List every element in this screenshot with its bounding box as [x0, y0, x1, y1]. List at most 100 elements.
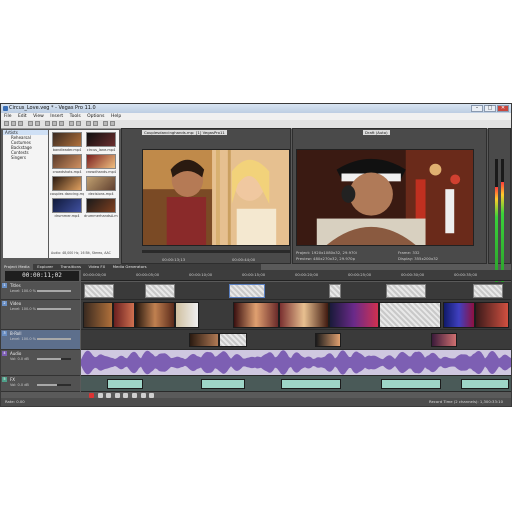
broll-clip[interactable] [431, 333, 457, 347]
video-clip[interactable] [329, 302, 379, 328]
broll-clip[interactable] [315, 333, 341, 347]
track-header-fx[interactable]: 5 FX Vol: 0.0 dB [1, 376, 80, 392]
video-clip[interactable] [175, 302, 199, 328]
menu-options[interactable]: Options [87, 114, 104, 119]
title-clip[interactable] [145, 284, 175, 298]
audio-clip[interactable] [201, 379, 245, 389]
title-clip[interactable] [229, 284, 265, 298]
media-thumb[interactable] [52, 154, 82, 169]
new-icon[interactable] [4, 121, 9, 126]
trimmer-clip[interactable]: [1] VegasPro11 [194, 130, 227, 135]
tree-item-singers[interactable]: Singers [3, 155, 48, 160]
transition-clip[interactable] [219, 333, 247, 347]
vegas-window: Circus_Love.veg * - Vegas Pro 11.0 – □ ✕… [0, 103, 512, 407]
broll-clip[interactable] [189, 333, 219, 347]
video-clip[interactable] [233, 302, 279, 328]
tab-explorer[interactable]: Explorer [34, 264, 56, 270]
audio-clip[interactable] [281, 379, 341, 389]
track-header-broll[interactable]: 3 B-Roll Level: 100.0 % [1, 330, 80, 350]
menu-help[interactable]: Help [111, 114, 121, 119]
video-clip[interactable] [475, 302, 509, 328]
track-volume-slider[interactable] [37, 384, 71, 386]
tab-project-media[interactable]: Project Media [1, 264, 33, 270]
menu-file[interactable]: File [4, 114, 12, 119]
media-label: couples dancing.mp4 [50, 192, 84, 196]
track-level-label: Vol: 0.0 dB [10, 357, 29, 361]
window-title: Circus_Love.veg * - Vegas Pro 11.0 [9, 105, 96, 111]
track-header-video[interactable]: 2 Video Level: 100.0 % [1, 300, 80, 330]
video-lane[interactable] [81, 300, 511, 330]
media-thumb[interactable] [86, 154, 116, 169]
track-header-titles[interactable]: 1 Titles Level: 100.0 % [1, 282, 80, 300]
track-header-audio[interactable]: 4 Audio Vol: 0.0 dB [1, 350, 80, 376]
envelope-tool-icon[interactable] [110, 121, 115, 126]
render-icon[interactable] [35, 121, 40, 126]
track-level-slider[interactable] [37, 308, 71, 310]
undo-icon[interactable] [69, 121, 74, 126]
video-clip[interactable] [135, 302, 175, 328]
media-label: decisions.mp4 [88, 192, 114, 196]
menu-view[interactable]: View [33, 114, 44, 119]
track-level-label: Level: 100.0 % [10, 337, 36, 341]
title-clip[interactable] [473, 284, 503, 298]
audio-clip[interactable] [107, 379, 143, 389]
video-clip[interactable] [279, 302, 329, 328]
snap-icon[interactable] [86, 121, 91, 126]
video-clip[interactable] [83, 302, 113, 328]
maximize-button[interactable]: □ [484, 105, 496, 112]
close-button[interactable]: ✕ [497, 105, 509, 112]
properties-icon[interactable] [28, 121, 33, 126]
title-clip[interactable] [84, 284, 114, 298]
media-info: Audio: 48,000 Hz, 16 Bit, Stereo, AAC [51, 251, 111, 255]
menu-tools[interactable]: Tools [70, 114, 81, 119]
track-name[interactable]: FX [10, 377, 15, 382]
track-number: 1 [2, 283, 7, 288]
ruler-label: 00:00:25;00 [348, 272, 372, 277]
track-name[interactable]: Titles [10, 283, 21, 288]
title-clip[interactable] [329, 284, 341, 298]
preview-quality-select[interactable]: Draft (Auto) [363, 130, 390, 135]
track-name[interactable]: Video [10, 301, 21, 306]
media-thumb[interactable] [52, 132, 82, 147]
media-thumb[interactable] [86, 132, 116, 147]
media-thumb[interactable] [86, 198, 116, 213]
ripple-icon[interactable] [93, 121, 98, 126]
title-clip[interactable] [386, 284, 426, 298]
trimmer-file[interactable]: Couplesdancinghands.mp4 [142, 130, 198, 135]
audio-lane[interactable] [81, 350, 511, 376]
audio-waveform [81, 350, 511, 375]
cut-icon[interactable] [45, 121, 50, 126]
track-name[interactable]: Audio [10, 351, 21, 356]
media-thumbnails: bandleader.mp4 circus_lane.mp4 crowdshot… [49, 130, 119, 258]
timeline-ruler[interactable]: 00:00:00;00 00:00:05;00 00:00:10;00 00:0… [81, 270, 511, 281]
audio-clip[interactable] [381, 379, 441, 389]
media-thumb[interactable] [86, 176, 116, 191]
titles-lane[interactable] [81, 282, 511, 300]
track-name[interactable]: B-Roll [10, 331, 21, 336]
media-thumb[interactable] [52, 176, 82, 191]
menu-edit[interactable]: Edit [18, 114, 27, 119]
minimize-button[interactable]: – [471, 105, 483, 112]
trimmer-video [142, 149, 290, 246]
tab-transitions[interactable]: Transitions [58, 264, 84, 270]
save-icon[interactable] [18, 121, 23, 126]
video-clip[interactable] [443, 302, 475, 328]
redo-icon[interactable] [76, 121, 81, 126]
audio-clip[interactable] [461, 379, 509, 389]
transition-clip[interactable] [379, 302, 441, 328]
track-volume-slider[interactable] [37, 358, 71, 360]
edit-tool-icon[interactable] [103, 121, 108, 126]
video-clip[interactable] [113, 302, 135, 328]
broll-lane[interactable] [81, 330, 511, 350]
trimmer-scrub-bar[interactable] [142, 250, 290, 253]
open-icon[interactable] [11, 121, 16, 126]
paste-icon[interactable] [59, 121, 64, 126]
copy-icon[interactable] [52, 121, 57, 126]
status-bar: Rate: 0.00 Record Time (2 channels): 1,3… [1, 398, 511, 406]
menu-insert[interactable]: Insert [50, 114, 63, 119]
media-label: crowdshots.mp4 [52, 170, 82, 174]
track-level-slider[interactable] [37, 290, 71, 292]
fx-audio-lane[interactable] [81, 376, 511, 392]
track-level-slider[interactable] [37, 338, 71, 340]
media-thumb[interactable] [52, 198, 82, 213]
